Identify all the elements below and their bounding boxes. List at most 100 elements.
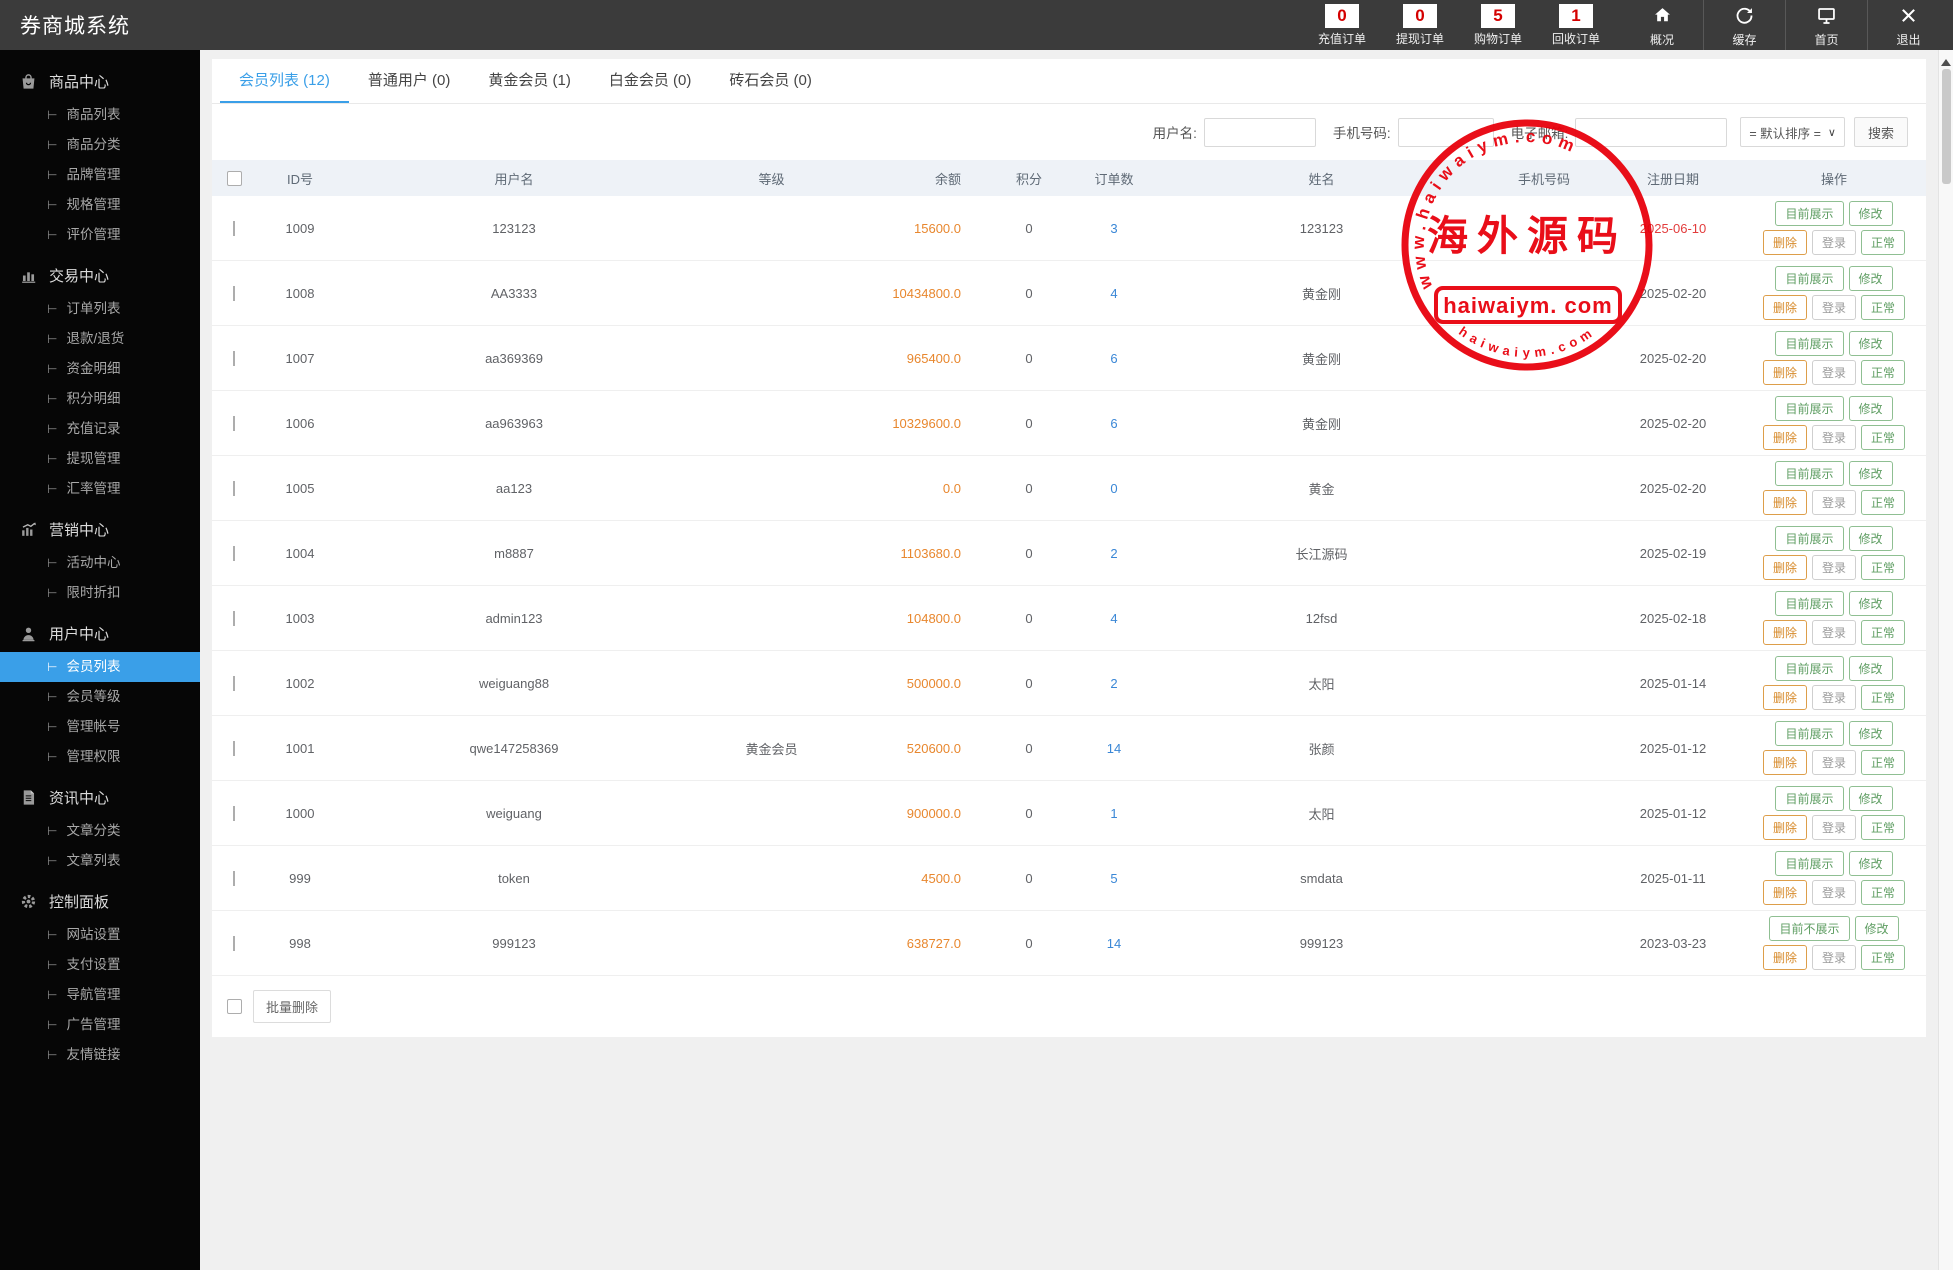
- sidebar-item[interactable]: ⊢商品列表: [0, 100, 200, 130]
- row-orders-link[interactable]: 2: [1110, 546, 1117, 561]
- row-orders-link[interactable]: 4: [1110, 611, 1117, 626]
- sidebar-item[interactable]: ⊢订单列表: [0, 294, 200, 324]
- edit-button[interactable]: 修改: [1855, 916, 1899, 941]
- sidebar-item[interactable]: ⊢退款/退货: [0, 324, 200, 354]
- tab-platinum-members[interactable]: 白金会员 (0): [590, 59, 711, 103]
- row-checkbox[interactable]: [233, 871, 235, 886]
- sidebar-item[interactable]: ⊢评价管理: [0, 220, 200, 250]
- tab-member-list[interactable]: 会员列表 (12): [220, 59, 349, 103]
- order-badge[interactable]: 1回收订单: [1537, 0, 1615, 50]
- status-normal-button[interactable]: 正常: [1861, 230, 1905, 255]
- login-button[interactable]: 登录: [1812, 880, 1856, 905]
- sidebar-section[interactable]: 交易中心: [0, 250, 200, 294]
- tab-normal-users[interactable]: 普通用户 (0): [349, 59, 470, 103]
- delete-button[interactable]: 删除: [1763, 230, 1807, 255]
- batch-delete-button[interactable]: 批量删除: [253, 990, 331, 1023]
- row-orders-link[interactable]: 0: [1110, 481, 1117, 496]
- sidebar-item[interactable]: ⊢汇率管理: [0, 474, 200, 504]
- delete-button[interactable]: 删除: [1763, 620, 1807, 645]
- edit-button[interactable]: 修改: [1849, 721, 1893, 746]
- row-orders-link[interactable]: 5: [1110, 871, 1117, 886]
- sidebar-item[interactable]: ⊢活动中心: [0, 548, 200, 578]
- display-toggle-button[interactable]: 目前展示: [1775, 201, 1843, 226]
- sidebar-item[interactable]: ⊢会员等级: [0, 682, 200, 712]
- delete-button[interactable]: 删除: [1763, 490, 1807, 515]
- tab-gold-members[interactable]: 黄金会员 (1): [469, 59, 590, 103]
- login-button[interactable]: 登录: [1812, 685, 1856, 710]
- status-normal-button[interactable]: 正常: [1861, 620, 1905, 645]
- display-toggle-button[interactable]: 目前展示: [1775, 721, 1843, 746]
- row-orders-link[interactable]: 6: [1110, 416, 1117, 431]
- status-normal-button[interactable]: 正常: [1861, 555, 1905, 580]
- status-normal-button[interactable]: 正常: [1861, 945, 1905, 970]
- scrollbar-thumb[interactable]: [1942, 69, 1951, 184]
- row-orders-link[interactable]: 4: [1110, 286, 1117, 301]
- sidebar-section[interactable]: 用户中心: [0, 608, 200, 652]
- login-button[interactable]: 登录: [1812, 555, 1856, 580]
- row-orders-link[interactable]: 14: [1107, 936, 1121, 951]
- order-badge[interactable]: 5购物订单: [1459, 0, 1537, 50]
- display-toggle-button[interactable]: 目前展示: [1775, 851, 1843, 876]
- delete-button[interactable]: 删除: [1763, 945, 1807, 970]
- display-toggle-button[interactable]: 目前展示: [1775, 396, 1843, 421]
- sidebar-item[interactable]: ⊢会员列表: [0, 652, 200, 682]
- row-checkbox[interactable]: [233, 481, 235, 496]
- login-button[interactable]: 登录: [1812, 490, 1856, 515]
- display-toggle-button[interactable]: 目前展示: [1775, 526, 1843, 551]
- login-button[interactable]: 登录: [1812, 230, 1856, 255]
- row-checkbox[interactable]: [233, 416, 235, 431]
- edit-button[interactable]: 修改: [1849, 591, 1893, 616]
- login-button[interactable]: 登录: [1812, 295, 1856, 320]
- search-button[interactable]: 搜索: [1854, 117, 1908, 147]
- display-toggle-button[interactable]: 目前展示: [1775, 331, 1843, 356]
- row-orders-link[interactable]: 14: [1107, 741, 1121, 756]
- status-normal-button[interactable]: 正常: [1861, 685, 1905, 710]
- delete-button[interactable]: 删除: [1763, 685, 1807, 710]
- delete-button[interactable]: 删除: [1763, 295, 1807, 320]
- logout-button[interactable]: 退出: [1867, 0, 1949, 50]
- edit-button[interactable]: 修改: [1849, 656, 1893, 681]
- sidebar-item[interactable]: ⊢文章分类: [0, 816, 200, 846]
- sidebar-item[interactable]: ⊢积分明细: [0, 384, 200, 414]
- row-orders-link[interactable]: 3: [1110, 221, 1117, 236]
- login-button[interactable]: 登录: [1812, 815, 1856, 840]
- status-normal-button[interactable]: 正常: [1861, 425, 1905, 450]
- row-checkbox[interactable]: [233, 611, 235, 626]
- homepage-button[interactable]: 首页: [1785, 0, 1867, 50]
- status-normal-button[interactable]: 正常: [1861, 815, 1905, 840]
- sidebar-item[interactable]: ⊢广告管理: [0, 1010, 200, 1040]
- sidebar-item[interactable]: ⊢友情链接: [0, 1040, 200, 1070]
- status-normal-button[interactable]: 正常: [1861, 490, 1905, 515]
- row-checkbox[interactable]: [233, 936, 235, 951]
- status-normal-button[interactable]: 正常: [1861, 360, 1905, 385]
- status-normal-button[interactable]: 正常: [1861, 295, 1905, 320]
- display-toggle-button[interactable]: 目前展示: [1775, 591, 1843, 616]
- row-orders-link[interactable]: 6: [1110, 351, 1117, 366]
- login-button[interactable]: 登录: [1812, 425, 1856, 450]
- row-checkbox[interactable]: [233, 351, 235, 366]
- overview-button[interactable]: 概况: [1621, 0, 1703, 50]
- batch-select-checkbox[interactable]: [227, 999, 242, 1014]
- cache-button[interactable]: 缓存: [1703, 0, 1785, 50]
- order-badge[interactable]: 0充值订单: [1303, 0, 1381, 50]
- row-orders-link[interactable]: 1: [1110, 806, 1117, 821]
- edit-button[interactable]: 修改: [1849, 201, 1893, 226]
- login-button[interactable]: 登录: [1812, 945, 1856, 970]
- login-button[interactable]: 登录: [1812, 360, 1856, 385]
- sidebar-item[interactable]: ⊢资金明细: [0, 354, 200, 384]
- login-button[interactable]: 登录: [1812, 620, 1856, 645]
- display-toggle-button[interactable]: 目前展示: [1775, 461, 1843, 486]
- sidebar-section[interactable]: 商品中心: [0, 56, 200, 100]
- username-input[interactable]: [1204, 118, 1316, 147]
- delete-button[interactable]: 删除: [1763, 880, 1807, 905]
- sidebar-item[interactable]: ⊢规格管理: [0, 190, 200, 220]
- edit-button[interactable]: 修改: [1849, 331, 1893, 356]
- sidebar-item[interactable]: ⊢提现管理: [0, 444, 200, 474]
- email-input[interactable]: [1575, 118, 1727, 147]
- sidebar-section[interactable]: 营销中心: [0, 504, 200, 548]
- sidebar-item[interactable]: ⊢文章列表: [0, 846, 200, 876]
- row-checkbox[interactable]: [233, 741, 235, 756]
- row-checkbox[interactable]: [233, 806, 235, 821]
- sidebar-item[interactable]: ⊢管理帐号: [0, 712, 200, 742]
- login-button[interactable]: 登录: [1812, 750, 1856, 775]
